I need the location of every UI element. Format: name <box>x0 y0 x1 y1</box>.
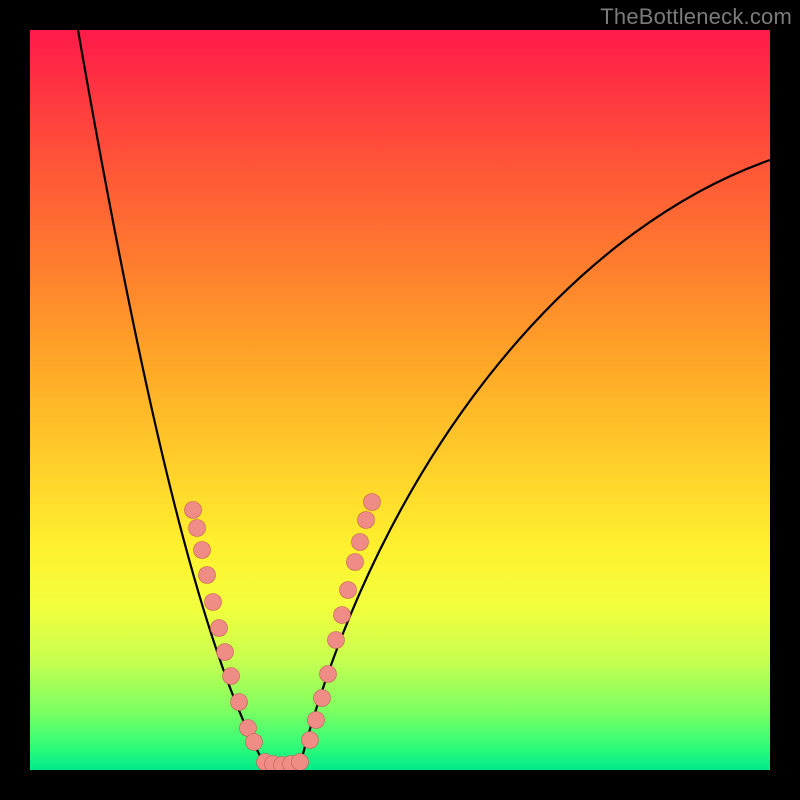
bottleneck-curve <box>30 30 770 770</box>
chart-frame: TheBottleneck.com <box>0 0 800 800</box>
scatter-right <box>302 494 381 749</box>
curve-right <box>300 160 770 765</box>
watermark-text: TheBottleneck.com <box>600 4 792 30</box>
scatter-left <box>185 502 263 751</box>
curve-left <box>78 30 265 765</box>
scatter-bottom <box>257 754 309 771</box>
chart-plot-area <box>30 30 770 770</box>
